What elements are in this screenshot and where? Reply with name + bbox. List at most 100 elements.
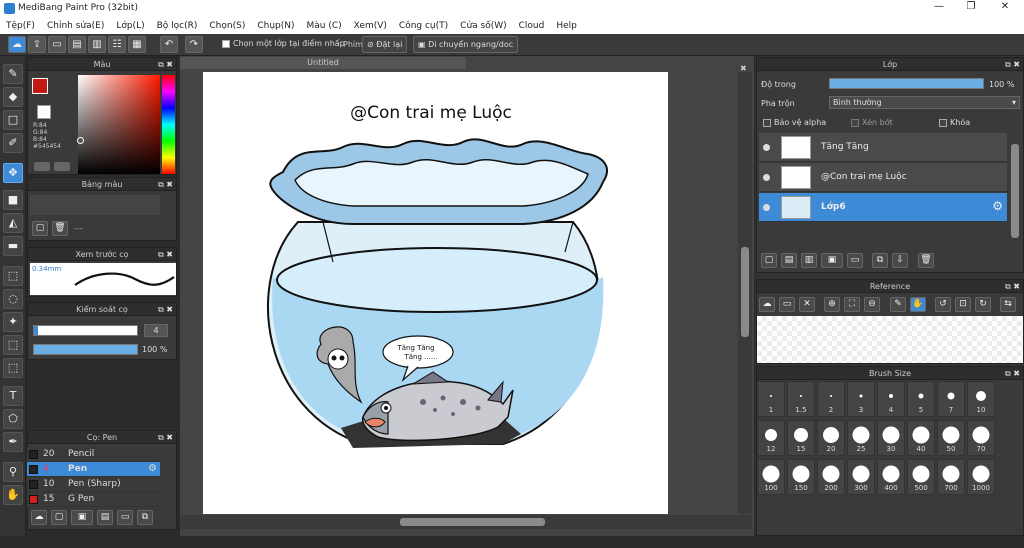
brush-item[interactable]: 10 Pen (Sharp) [27, 477, 160, 492]
menu-edit[interactable]: Chỉnh sửa(E) [47, 21, 104, 31]
duplicate-layer-button[interactable]: ⧉ [872, 253, 888, 268]
brush-size-preset[interactable]: 12 [757, 420, 785, 456]
zoom-in-icon[interactable]: ⊕ [824, 297, 840, 312]
eye-icon[interactable] [763, 174, 770, 181]
eyedropper-icon[interactable]: ✎ [890, 297, 906, 312]
panel-buttons-icon[interactable]: ⧉ ✖ [158, 178, 173, 191]
brush-size-preset[interactable]: 3 [847, 381, 875, 417]
menu-capture[interactable]: Chụp(N) [257, 21, 294, 31]
new-brush-button[interactable]: ▢ [51, 510, 67, 525]
saturation-value-picker[interactable] [78, 75, 160, 174]
hand-tool-icon[interactable]: ✋ [3, 485, 23, 505]
brush-size-preset[interactable]: 40 [907, 420, 935, 456]
paper-canvas[interactable]: @Con trai mẹ Luộc Tăng Tăng Tăng ...... [203, 72, 668, 514]
brush-item[interactable]: 20 Pencil [27, 447, 160, 462]
add-layer-dropdown-button[interactable]: ▣ [821, 253, 843, 268]
new-8bit-layer-button[interactable]: ▥ [801, 253, 817, 268]
brush-size-preset[interactable]: 1 [757, 381, 785, 417]
new-halftone-layer-button[interactable]: ▤ [781, 253, 797, 268]
layer-row[interactable]: @Con trai mẹ Luộc [759, 163, 1007, 192]
brush-folder-button[interactable]: ▭ [117, 510, 133, 525]
brush-tool-icon[interactable]: ✎ [3, 64, 23, 84]
layer-folder-button[interactable]: ▭ [847, 253, 863, 268]
horizontal-scrollbar[interactable] [180, 515, 752, 529]
menu-tools[interactable]: Công cụ(T) [399, 21, 448, 31]
brush-size-preset[interactable]: 7 [937, 381, 965, 417]
move-tool-icon[interactable]: ✥ [3, 163, 23, 183]
select-eraser-icon[interactable]: ⬚ [3, 358, 23, 378]
brush-size-preset[interactable]: 5 [907, 381, 935, 417]
vertical-scrollbar[interactable] [738, 72, 752, 514]
rotate-left-icon[interactable]: ↺ [935, 297, 951, 312]
panel-buttons-icon[interactable]: ⧉ ✖ [1005, 280, 1020, 293]
hue-slider[interactable] [162, 75, 175, 174]
cloud-icon[interactable]: ☁ [8, 36, 26, 53]
protect-alpha-checkbox[interactable]: Bảo vệ alpha [763, 118, 826, 127]
document-tab[interactable]: Untitled [180, 57, 466, 69]
menu-window[interactable]: Cửa số(W) [460, 21, 506, 31]
share-icon[interactable]: ⇪ [28, 36, 46, 53]
layer-scroll-thumb[interactable] [1011, 144, 1019, 238]
brush-item-selected[interactable]: 4 Pen ⚙ [27, 462, 160, 477]
shape-tool-icon[interactable]: □ [3, 110, 23, 130]
brush-duplicate-button[interactable]: ⧉ [137, 510, 153, 525]
reference-viewport[interactable] [757, 316, 1023, 363]
panel-buttons-icon[interactable]: ⧉ ✖ [158, 431, 173, 444]
brush-size-preset[interactable]: 2 [817, 381, 845, 417]
reset-button[interactable]: ⊘ Đặt lại [362, 36, 408, 53]
brush-size-preset[interactable]: 150 [787, 459, 815, 495]
panel-buttons-icon[interactable]: ⧉ ✖ [158, 248, 173, 261]
operation-tool-icon[interactable]: ⬠ [3, 409, 23, 429]
menu-cloud[interactable]: Cloud [519, 21, 545, 31]
layer-opacity-slider[interactable] [829, 78, 984, 89]
color-mode-button[interactable] [34, 162, 50, 171]
select-pen-icon[interactable]: ⬚ [3, 335, 23, 355]
brush-size-preset[interactable]: 70 [967, 420, 995, 456]
delete-palette-button[interactable]: 🗑 [52, 221, 68, 236]
brush-size-preset[interactable]: 300 [847, 459, 875, 495]
new-palette-button[interactable]: ▢ [32, 221, 48, 236]
brush-size-preset[interactable]: 25 [847, 420, 875, 456]
gradient-tool-icon[interactable]: ▬ [3, 236, 23, 256]
flip-button[interactable]: ▣ Di chuyển ngang/doc [413, 36, 519, 53]
fit-icon[interactable]: ⛶ [844, 297, 860, 312]
brush-size-preset[interactable]: 20 [817, 420, 845, 456]
color-picker-cursor[interactable] [77, 137, 84, 144]
lock-checkbox[interactable]: Khóa [939, 118, 970, 127]
horizontal-scroll-thumb[interactable] [400, 518, 545, 526]
chat-icon[interactable]: ▤ [68, 36, 86, 53]
menu-select[interactable]: Chọn(S) [209, 21, 245, 31]
brush-item[interactable]: 15 G Pen [27, 492, 160, 507]
eyedropper-icon[interactable]: ⚲ [3, 462, 23, 482]
secondary-color-swatch[interactable] [37, 105, 51, 119]
text-tool-icon[interactable]: T [3, 386, 23, 406]
reference-open-icon[interactable]: ▭ [779, 297, 795, 312]
dot-tool-icon[interactable]: ✐ [3, 133, 23, 153]
brush-size-preset[interactable]: 50 [937, 420, 965, 456]
maximize-button[interactable]: ❐ [956, 1, 986, 15]
reset-view-icon[interactable]: ⊡ [955, 297, 971, 312]
brush-size-preset[interactable]: 500 [907, 459, 935, 495]
primary-color-swatch[interactable] [32, 78, 48, 94]
hand-icon[interactable]: ✋ [910, 297, 926, 312]
menu-help[interactable]: Help [556, 21, 577, 31]
layer-scrollbar[interactable] [1009, 142, 1021, 242]
redo-button[interactable]: ↷ [185, 36, 203, 53]
gear-icon[interactable]: ⚙ [992, 199, 1003, 213]
brush-size-preset[interactable]: 100 [757, 459, 785, 495]
reference-cloud-icon[interactable]: ☁ [759, 297, 775, 312]
zoom-out-icon[interactable]: ⊖ [864, 297, 880, 312]
menu-layer[interactable]: Lớp(L) [116, 21, 144, 31]
gear-icon[interactable]: ⚙ [148, 463, 157, 474]
blend-mode-select[interactable]: Bình thường ▾ [829, 96, 1020, 109]
divide-tool-icon[interactable]: ✒ [3, 432, 23, 452]
bucket-tool-icon[interactable]: ◭ [3, 213, 23, 233]
menu-view[interactable]: Xem(V) [354, 21, 387, 31]
new-layer-button[interactable]: ▢ [761, 253, 777, 268]
eraser-tool-icon[interactable]: ◆ [3, 87, 23, 107]
select-rect-icon[interactable]: ⬚ [3, 266, 23, 286]
reference-close-icon[interactable]: ✕ [799, 297, 815, 312]
menu-file[interactable]: Tệp(F) [6, 21, 35, 31]
brush-size-preset[interactable]: 4 [877, 381, 905, 417]
brush-size-preset[interactable]: 15 [787, 420, 815, 456]
